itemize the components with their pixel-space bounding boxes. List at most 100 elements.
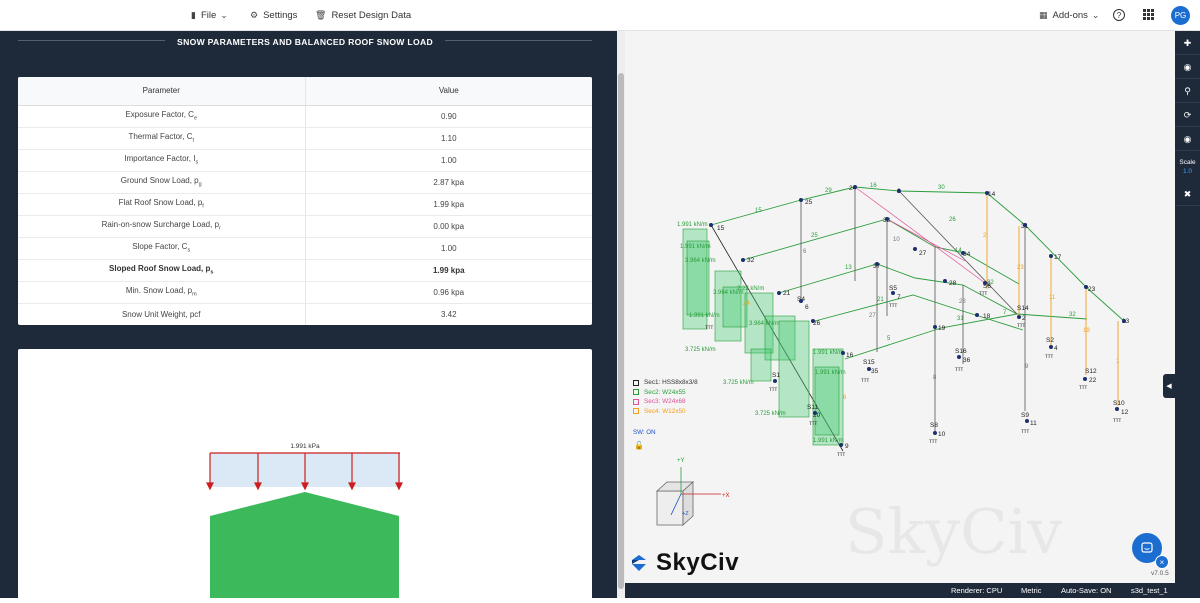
- self-weight-status[interactable]: SW: ON: [633, 429, 656, 436]
- node-label: S10: [1113, 400, 1125, 407]
- svg-text:28: 28: [959, 299, 966, 305]
- viewer-toolbar: ✚ ◉ ⚲ ⟳ ◉ Scale 1.0 ✖: [1175, 31, 1200, 598]
- svg-text:3.964 kN/m: 3.964 kN/m: [685, 258, 716, 264]
- svg-text:1.991 kN/m: 1.991 kN/m: [815, 370, 846, 376]
- table-header-row: Parameter Value: [18, 77, 592, 106]
- svg-text:1.991 kN/m: 1.991 kN/m: [689, 313, 720, 319]
- param-importance-factor: Importance Factor, Is: [18, 149, 306, 172]
- building-section: [210, 492, 399, 598]
- left-panel-scrollbar[interactable]: [617, 31, 625, 598]
- reset-design-data-button[interactable]: 🗑 Reset Design Data: [315, 0, 411, 31]
- autosave-status[interactable]: Auto-Save: ON: [1061, 586, 1111, 595]
- svg-text:1.991 kN/m: 1.991 kN/m: [677, 222, 708, 228]
- plus-icon[interactable]: ✚: [1175, 33, 1200, 55]
- svg-text:1.991 kN/m: 1.991 kN/m: [813, 438, 844, 444]
- units-status[interactable]: Metric: [1021, 586, 1041, 595]
- node-label: 15: [717, 225, 725, 232]
- node-label: 23: [1088, 286, 1096, 293]
- svg-text:1.991 kN/m: 1.991 kN/m: [680, 244, 711, 250]
- value-cell: 0.00 kpa: [305, 215, 592, 238]
- legend-item: Sec2: W24x55: [633, 388, 698, 398]
- svg-text:6: 6: [843, 395, 847, 401]
- svg-text:ᴛᴛᴛ: ᴛᴛᴛ: [837, 452, 845, 458]
- close-chat-icon[interactable]: ×: [1155, 555, 1169, 569]
- avatar-initials: PG: [1174, 11, 1187, 20]
- help-icon[interactable]: ?: [1113, 9, 1125, 21]
- skyciv-logo-icon: [632, 555, 646, 571]
- svg-text:ᴛᴛᴛ: ᴛᴛᴛ: [769, 387, 777, 393]
- svg-text:3.964 kN/m: 3.964 kN/m: [749, 321, 780, 327]
- view-cube[interactable]: +Y +X +Z: [655, 458, 730, 526]
- param-flat-roof-snow-load: Flat Roof Snow Load, pf: [18, 193, 306, 216]
- param-thermal-factor: Thermal Factor, Ct: [18, 127, 306, 150]
- addons-label: Add-ons: [1052, 10, 1088, 21]
- svg-text:29: 29: [825, 188, 832, 194]
- svg-text:24: 24: [743, 301, 750, 307]
- trash-icon: 🗑: [315, 10, 327, 20]
- settings-button[interactable]: ⚙ Settings: [250, 0, 297, 31]
- legend-label: Sec3: W24x68: [644, 398, 686, 405]
- svg-text:26: 26: [949, 217, 956, 223]
- node-label: S2: [1046, 337, 1054, 344]
- svg-text:6: 6: [803, 249, 807, 255]
- table-row: Sloped Roof Snow Load, ps 1.99 kpa: [18, 259, 592, 282]
- tools-icon[interactable]: ✖: [1175, 184, 1200, 206]
- table-row: Ground Snow Load, pg 2.87 kpa: [18, 171, 592, 194]
- value-cell: 3.42: [305, 303, 592, 325]
- svg-text:11: 11: [1049, 295, 1056, 301]
- addons-menu[interactable]: ▦ Add-ons ⌄: [1039, 0, 1104, 31]
- value-cell: 1.10: [305, 127, 592, 150]
- node-label: S1: [772, 372, 780, 379]
- svg-text:ᴛᴛᴛ: ᴛᴛᴛ: [705, 325, 713, 331]
- param-rain-on-snow: Rain-on-snow Surcharge Load, pr: [18, 215, 306, 238]
- snow-load-diagram: 1.991 kPa: [18, 349, 592, 598]
- node-label: 10: [938, 431, 946, 438]
- file-menu-label: File: [200, 10, 217, 21]
- chat-icon: [1141, 542, 1153, 553]
- svg-text:ᴛᴛᴛ: ᴛᴛᴛ: [861, 378, 869, 384]
- gear-icon: ⚙: [250, 10, 259, 20]
- scrollbar-thumb[interactable]: [618, 73, 624, 589]
- lock-icon[interactable]: 🔓: [634, 441, 644, 450]
- logo-text: SkyCiv: [656, 549, 740, 576]
- node-label: 4: [1054, 345, 1058, 352]
- svg-text:2: 2: [983, 233, 987, 239]
- svg-text:9: 9: [1025, 364, 1029, 370]
- collapse-panel-button[interactable]: ◀: [1163, 374, 1175, 398]
- svg-text:21: 21: [877, 297, 884, 303]
- value-cell: 0.96 kpa: [305, 281, 592, 304]
- grid-small-icon: ▦: [1039, 10, 1048, 20]
- node-label: S5: [889, 285, 897, 292]
- rotate-icon[interactable]: ⟳: [1175, 105, 1200, 127]
- node-label: 25: [805, 199, 813, 206]
- node-label: 28: [949, 280, 957, 287]
- svg-text:27: 27: [869, 313, 876, 319]
- avatar[interactable]: PG: [1171, 6, 1190, 25]
- svg-text:ᴛᴛᴛ: ᴛᴛᴛ: [1045, 354, 1053, 360]
- svg-text:ᴛᴛᴛ: ᴛᴛᴛ: [889, 303, 897, 309]
- legend-swatch: [633, 389, 639, 396]
- snow-load-svg: 1.991 kPa: [206, 443, 403, 598]
- snow-parameters-table: Parameter Value Exposure Factor, Ce 0.90…: [18, 77, 592, 325]
- value-cell: 0.90: [305, 105, 592, 128]
- table-row: Min. Snow Load, pm 0.96 kpa: [18, 281, 592, 304]
- scale-value[interactable]: 1.0: [1175, 168, 1200, 175]
- svg-text:ᴛᴛᴛ: ᴛᴛᴛ: [929, 439, 937, 445]
- value-cell: 2.87 kpa: [305, 171, 592, 194]
- node-label: 22: [1089, 377, 1097, 384]
- chevron-down-icon: ⌄: [220, 10, 228, 20]
- param-exposure-factor: Exposure Factor, Ce: [18, 105, 306, 128]
- renderer-status[interactable]: Renderer: CPU: [951, 586, 1002, 595]
- search-icon[interactable]: ⚲: [1175, 81, 1200, 103]
- watermark: SkyCiv: [845, 495, 1063, 568]
- param-slope-factor: Slope Factor, Cs: [18, 237, 306, 260]
- node-label: S15: [863, 359, 875, 366]
- eye-icon[interactable]: ◉: [1175, 57, 1200, 79]
- svg-text:1.991 kN/m: 1.991 kN/m: [813, 350, 844, 356]
- axis-z-label: +Z: [682, 511, 689, 517]
- legend-item: Sec1: HSS8x8x3/8: [633, 378, 698, 388]
- reset-label: Reset Design Data: [331, 10, 412, 21]
- file-menu[interactable]: ▮ File ⌄: [191, 0, 233, 31]
- apps-grid-icon[interactable]: [1143, 9, 1154, 20]
- camera-icon[interactable]: ◉: [1175, 129, 1200, 151]
